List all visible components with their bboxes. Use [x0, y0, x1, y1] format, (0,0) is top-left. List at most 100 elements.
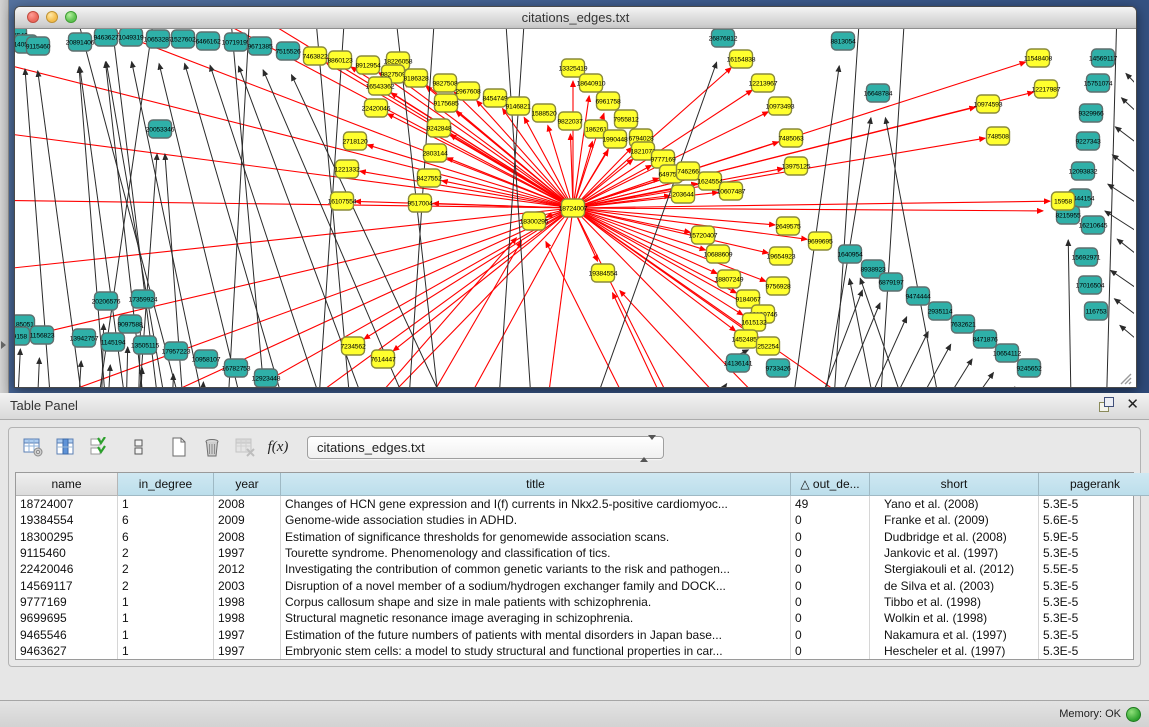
edge[interactable] — [1126, 73, 1134, 104]
edge[interactable] — [15, 349, 20, 387]
table-row[interactable]: 946554611997Estimation of the future num… — [16, 626, 1149, 642]
network-node[interactable]: 2935114 — [928, 302, 953, 320]
edge[interactable] — [910, 359, 972, 387]
network-node[interactable]: 1156823 — [30, 326, 55, 344]
cell-pagerank[interactable]: 5.9E-5 — [1039, 529, 1149, 545]
edge[interactable] — [1105, 211, 1134, 243]
network-node[interactable]: 9245652 — [1016, 359, 1041, 377]
network-node-selected[interactable]: 8186328 — [403, 69, 428, 87]
cell-pagerank[interactable]: 5.3E-5 — [1039, 496, 1149, 513]
network-node[interactable]: 6466162 — [195, 32, 220, 50]
network-node[interactable]: 26876812 — [709, 29, 738, 47]
network-node-selected[interactable]: 8912954 — [355, 56, 380, 74]
network-node-selected[interactable]: 9175685 — [433, 94, 458, 112]
cell-year[interactable]: 1998 — [214, 594, 281, 610]
edge[interactable] — [210, 65, 340, 387]
cell-out-de[interactable]: 0 — [791, 643, 870, 659]
network-node-selected[interactable]: 10973493 — [766, 97, 795, 115]
cell-short[interactable]: de Silva et al. (2003) — [870, 577, 1039, 593]
selected-edge[interactable] — [573, 201, 1050, 208]
cell-name[interactable]: 18724007 — [16, 496, 118, 513]
selected-edge[interactable] — [447, 158, 573, 208]
network-node[interactable]: 16648784 — [864, 84, 893, 102]
table-settings-icon[interactable] — [21, 435, 45, 459]
network-node[interactable]: 9733426 — [765, 359, 790, 377]
edge[interactable] — [798, 290, 862, 387]
network-node-selected[interactable]: 7485063 — [778, 129, 803, 147]
network-node-selected[interactable]: 16107554 — [328, 192, 357, 210]
table-row[interactable]: 977716911998Corpus callosum shape and si… — [16, 594, 1149, 610]
new-table-icon[interactable] — [167, 435, 191, 459]
network-node-selected[interactable]: 16543362 — [366, 77, 395, 95]
selected-edge[interactable] — [613, 293, 695, 387]
select-rows-icon[interactable] — [87, 435, 111, 459]
edge[interactable] — [1117, 239, 1134, 269]
network-node-selected[interactable]: 2718120 — [342, 132, 367, 150]
network-node-selected[interactable]: 12217987 — [1032, 80, 1061, 98]
network-node[interactable]: 9474444 — [905, 287, 930, 305]
edge[interactable] — [1122, 98, 1134, 129]
cell-name[interactable]: 9463627 — [16, 643, 118, 659]
network-node[interactable]: 12093832 — [1069, 162, 1098, 180]
table-row[interactable]: 911546021997Tourette syndrome. Phenomeno… — [16, 545, 1149, 561]
edge[interactable] — [1114, 299, 1134, 329]
column-header-short[interactable]: short — [870, 473, 1039, 496]
edge[interactable] — [1111, 270, 1134, 301]
table-row[interactable]: 946362711997Embryonic stem cells: a mode… — [16, 643, 1149, 659]
cell-out-de[interactable]: 0 — [791, 529, 870, 545]
row-height-icon[interactable] — [127, 435, 151, 459]
cell-in-degree[interactable]: 6 — [118, 529, 214, 545]
network-node-selected[interactable]: 748508 — [987, 127, 1010, 145]
cell-short[interactable]: Franke et al. (2009) — [870, 512, 1039, 528]
cell-title[interactable]: Structural magnetic resonance image aver… — [281, 610, 791, 626]
cell-short[interactable]: Nakamura et al. (1997) — [870, 626, 1039, 642]
cell-year[interactable]: 1998 — [214, 610, 281, 626]
table-row[interactable]: 1456911722003Disruption of a novel membe… — [16, 577, 1149, 593]
network-window-titlebar[interactable]: citations_edges.txt — [15, 7, 1136, 29]
cell-out-de[interactable]: 0 — [791, 545, 870, 561]
network-node[interactable]: 7632621 — [950, 315, 975, 333]
edge[interactable] — [1068, 240, 1072, 387]
network-node[interactable]: 20206576 — [92, 292, 121, 310]
network-node-selected[interactable]: 9699695 — [807, 232, 832, 250]
network-node[interactable]: 116753 — [1085, 302, 1108, 320]
network-node[interactable]: 16782753 — [222, 359, 251, 377]
network-node[interactable]: 17957223 — [162, 342, 191, 360]
cell-pagerank[interactable]: 5.6E-5 — [1039, 512, 1149, 528]
delete-table-icon[interactable] — [200, 435, 224, 459]
control-panel-collapsed-strip[interactable] — [0, 0, 9, 393]
network-node[interactable]: 10654112 — [993, 344, 1022, 362]
network-node[interactable]: 1145194 — [101, 333, 126, 351]
cell-pagerank[interactable]: 5.3E-5 — [1039, 545, 1149, 561]
cell-in-degree[interactable]: 1 — [118, 643, 214, 659]
cell-title[interactable]: Tourette syndrome. Phenomenology and cla… — [281, 545, 791, 561]
network-node-selected[interactable]: 15720407 — [689, 226, 718, 244]
cell-in-degree[interactable]: 2 — [118, 561, 214, 577]
edge[interactable] — [1120, 325, 1134, 355]
show-columns-icon[interactable] — [54, 435, 78, 459]
network-node-selected[interactable]: 13975125 — [782, 157, 811, 175]
cell-in-degree[interactable]: 1 — [118, 626, 214, 642]
edge[interactable] — [675, 384, 727, 387]
network-node-selected[interactable]: 16154838 — [727, 50, 756, 68]
edge[interactable] — [888, 344, 951, 387]
network-node-selected[interactable]: 6961758 — [595, 92, 620, 110]
network-node[interactable]: 9115460 — [26, 37, 51, 55]
network-node[interactable]: 16210645 — [1079, 216, 1108, 234]
cell-out-de[interactable]: 0 — [791, 594, 870, 610]
network-node-selected[interactable]: 9146821 — [505, 97, 530, 115]
network-node-selected[interactable]: 15958 — [1052, 192, 1075, 210]
column-header-out-de[interactable]: △ out_de... — [791, 473, 870, 496]
cell-title[interactable]: Investigating the contribution of common… — [281, 561, 791, 577]
cell-short[interactable]: Yano et al. (2008) — [870, 496, 1039, 513]
network-node[interactable]: 17016504 — [1076, 276, 1105, 294]
edge[interactable] — [35, 358, 39, 387]
column-header-in-degree[interactable]: in_degree — [118, 473, 214, 496]
cell-in-degree[interactable]: 1 — [118, 610, 214, 626]
network-node-selected[interactable]: 18640910 — [577, 74, 606, 92]
edge[interactable] — [830, 29, 860, 387]
network-node-selected[interactable]: 19384554 — [589, 264, 618, 282]
network-node[interactable]: 15692971 — [1072, 248, 1101, 266]
network-node[interactable]: 15751074 — [1084, 74, 1113, 92]
float-window-icon[interactable] — [1099, 397, 1114, 412]
